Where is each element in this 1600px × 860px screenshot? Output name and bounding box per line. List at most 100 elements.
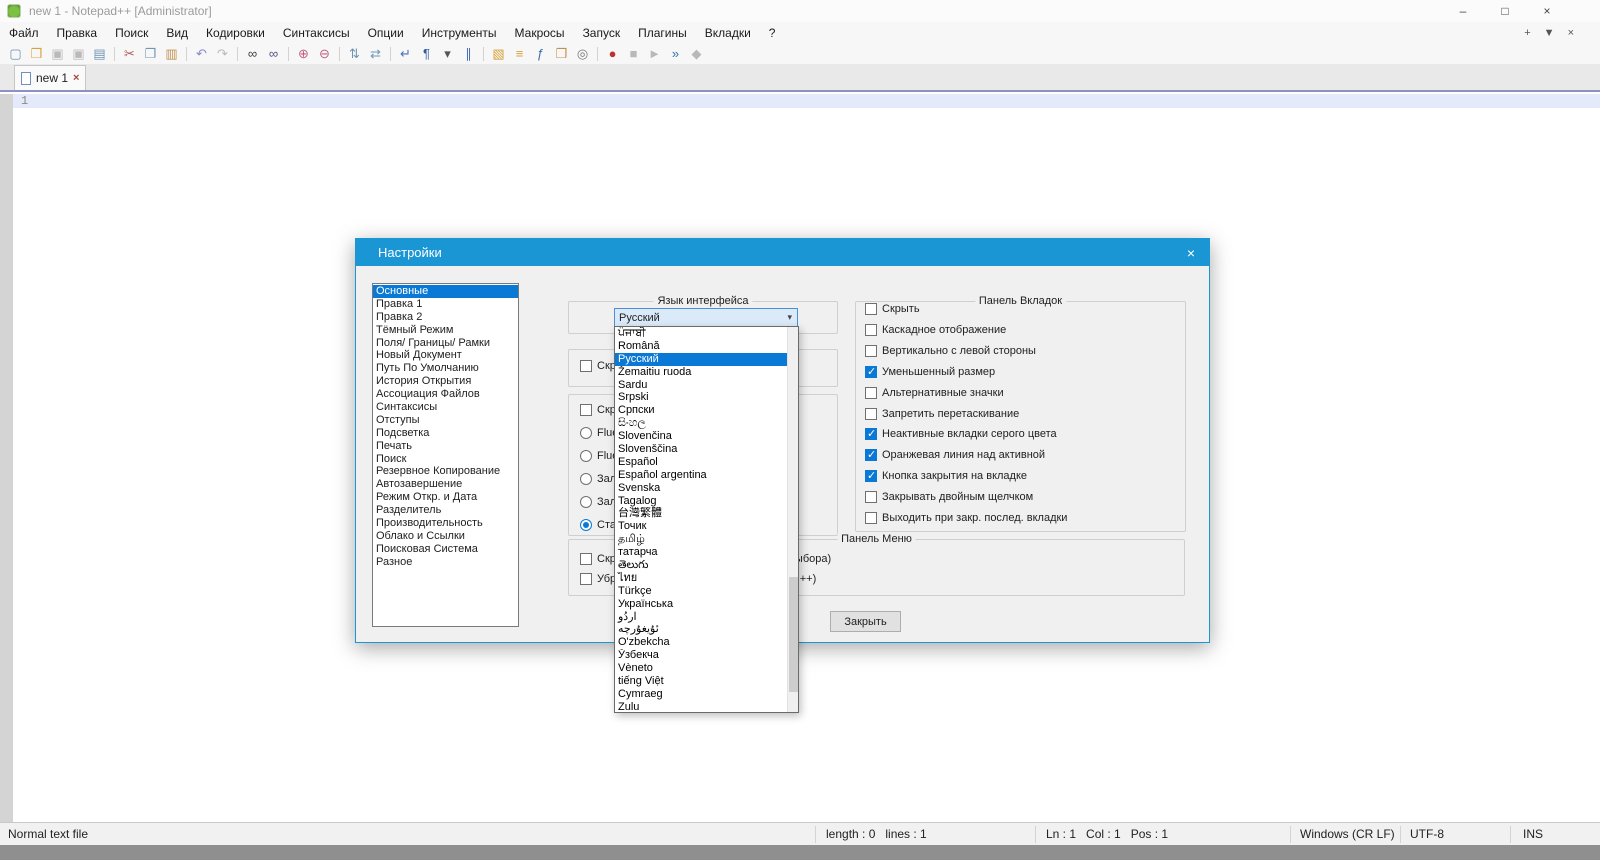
checkbox-checked-icon[interactable] [865, 366, 877, 378]
settings-category-12[interactable]: Печать [373, 440, 518, 453]
radio-unselected-icon[interactable] [580, 473, 592, 485]
language-option-23[interactable]: ئۇيغۇرچە [615, 623, 787, 636]
checkbox-checked-icon[interactable] [865, 428, 877, 440]
menu-item-8[interactable]: Макросы [506, 22, 574, 43]
language-option-6[interactable]: Српски [615, 404, 787, 417]
new-tab-icon[interactable]: + [1524, 27, 1530, 39]
settings-category-20[interactable]: Поисковая Система [373, 543, 518, 556]
checkbox-checked-icon[interactable] [865, 449, 877, 461]
language-option-22[interactable]: اُردُو [615, 611, 787, 624]
tabbar-option-checkbox-4[interactable]: Альтернативные значки [865, 386, 1004, 400]
language-option-20[interactable]: Türkçe [615, 585, 787, 598]
radio-selected-icon[interactable] [580, 519, 592, 531]
find-icon[interactable]: ∞ [244, 45, 261, 62]
run-macro-multiple-icon[interactable]: » [667, 45, 684, 62]
menu-item-12[interactable]: ? [760, 22, 785, 43]
language-option-9[interactable]: Slovenščina [615, 443, 787, 456]
new-file-icon[interactable]: ▢ [7, 45, 24, 62]
checkbox-unchecked-icon[interactable] [865, 345, 877, 357]
show-all-chars-icon[interactable]: ¶ [418, 45, 435, 62]
tabbar-option-checkbox-7[interactable]: Оранжевая линия над активной [865, 448, 1045, 462]
checkbox-unchecked-icon[interactable] [580, 360, 592, 372]
language-option-2[interactable]: Русский [615, 353, 787, 366]
language-option-19[interactable]: ไทย [615, 572, 787, 585]
settings-category-19[interactable]: Облако и Ссылки [373, 530, 518, 543]
save-all-icon[interactable]: ▣ [70, 45, 87, 62]
language-option-8[interactable]: Slovenčina [615, 430, 787, 443]
sync-vertical-icon[interactable]: ⇅ [346, 45, 363, 62]
language-option-27[interactable]: tiếng Việt [615, 675, 787, 688]
statusbar-eol-format[interactable]: Windows (CR LF) [1300, 827, 1395, 841]
settings-category-13[interactable]: Поиск [373, 453, 518, 466]
settings-category-15[interactable]: Автозавершение [373, 478, 518, 491]
settings-category-16[interactable]: Режим Откр. и Дата [373, 491, 518, 504]
document-map-icon[interactable]: ▧ [490, 45, 507, 62]
tabbar-option-checkbox-10[interactable]: Выходить при закр. послед. вкладки [865, 511, 1067, 525]
record-macro-icon[interactable]: ● [604, 45, 621, 62]
language-option-16[interactable]: தமிழ் [615, 533, 787, 546]
menu-item-1[interactable]: Правка [48, 22, 107, 43]
tabbar-option-checkbox-1[interactable]: Каскадное отображение [865, 323, 1006, 337]
zoom-in-icon[interactable]: ⊕ [295, 45, 312, 62]
language-option-0[interactable]: ਪੰਜਾਬੀ [615, 327, 787, 340]
language-option-5[interactable]: Srpski [615, 391, 787, 404]
settings-category-21[interactable]: Разное [373, 556, 518, 569]
dialog-close-icon[interactable]: × [1187, 245, 1195, 261]
tabbar-option-checkbox-0[interactable]: Скрыть [865, 302, 920, 316]
language-option-28[interactable]: Cymraeg [615, 688, 787, 701]
settings-category-14[interactable]: Резервное Копирование [373, 465, 518, 478]
language-option-3[interactable]: Žemaitiu ruoda [615, 366, 787, 379]
cut-icon[interactable]: ✂ [121, 45, 138, 62]
stop-record-icon[interactable]: ■ [625, 45, 642, 62]
checkbox-unchecked-icon[interactable] [865, 324, 877, 336]
menu-item-11[interactable]: Вкладки [696, 22, 760, 43]
language-option-15[interactable]: Точик [615, 520, 787, 533]
settings-category-8[interactable]: Ассоциация Файлов [373, 388, 518, 401]
tabbar-option-checkbox-6[interactable]: Неактивные вкладки серого цвета [865, 427, 1057, 441]
maximize-button[interactable]: □ [1484, 0, 1526, 22]
language-option-21[interactable]: Українська [615, 598, 787, 611]
language-option-29[interactable]: Zulu [615, 701, 787, 712]
settings-category-18[interactable]: Производительность [373, 517, 518, 530]
settings-category-17[interactable]: Разделитель [373, 504, 518, 517]
save-icon[interactable]: ▣ [49, 45, 66, 62]
undo-icon[interactable]: ↶ [193, 45, 210, 62]
statusbar-encoding[interactable]: UTF-8 [1410, 827, 1444, 841]
close-document-icon[interactable]: × [1568, 27, 1574, 39]
settings-category-3[interactable]: Тёмный Режим [373, 324, 518, 337]
language-option-11[interactable]: Español argentina [615, 469, 787, 482]
settings-category-10[interactable]: Отступы [373, 414, 518, 427]
checkbox-unchecked-icon[interactable] [865, 303, 877, 315]
open-folder-icon[interactable]: ❒ [28, 45, 45, 62]
tab-close-icon[interactable]: × [73, 72, 79, 84]
show-all-chars-arrow-icon[interactable]: ▾ [439, 45, 456, 62]
menu-item-6[interactable]: Опции [359, 22, 413, 43]
radio-unselected-icon[interactable] [580, 496, 592, 508]
radio-unselected-icon[interactable] [580, 427, 592, 439]
menu-item-9[interactable]: Запуск [574, 22, 630, 43]
menu-item-7[interactable]: Инструменты [413, 22, 506, 43]
settings-category-11[interactable]: Подсветка [373, 427, 518, 440]
playback-macro-icon[interactable]: ► [646, 45, 663, 62]
checkbox-unchecked-icon[interactable] [865, 387, 877, 399]
settings-category-0[interactable]: Основные [373, 285, 518, 298]
checkbox-unchecked-icon[interactable] [580, 553, 592, 565]
settings-category-1[interactable]: Правка 1 [373, 298, 518, 311]
tab-new-1[interactable]: new 1 × [14, 65, 86, 90]
folder-as-workspace-icon[interactable]: ❒ [553, 45, 570, 62]
checkbox-unchecked-icon[interactable] [865, 491, 877, 503]
settings-category-7[interactable]: История Открытия [373, 375, 518, 388]
checkbox-unchecked-icon[interactable] [865, 408, 877, 420]
sync-horizontal-icon[interactable]: ⇄ [367, 45, 384, 62]
statusbar-insert-mode[interactable]: INS [1523, 827, 1543, 841]
menu-item-10[interactable]: Плагины [629, 22, 696, 43]
language-option-18[interactable]: తెలుగు [615, 559, 787, 572]
language-option-25[interactable]: Ўзбекча [615, 649, 787, 662]
language-option-1[interactable]: Română [615, 340, 787, 353]
menu-item-4[interactable]: Кодировки [197, 22, 274, 43]
menu-item-2[interactable]: Поиск [106, 22, 157, 43]
document-list-icon[interactable]: ≡ [511, 45, 528, 62]
menu-item-5[interactable]: Синтаксисы [274, 22, 359, 43]
dialog-titlebar[interactable]: Настройки × [356, 239, 1209, 266]
save-macro-icon[interactable]: ◆ [688, 45, 705, 62]
